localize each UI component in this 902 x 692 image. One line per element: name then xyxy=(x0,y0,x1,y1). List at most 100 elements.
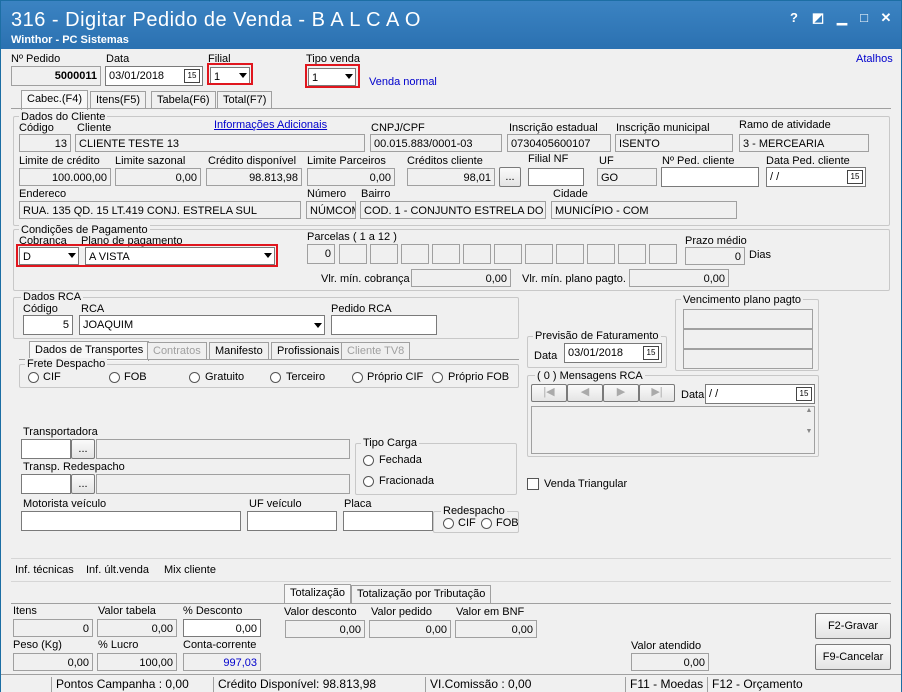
fracionada-radio[interactable] xyxy=(363,476,374,487)
previsao-data-value: 03/01/2018 xyxy=(568,347,624,359)
ped-cliente-field[interactable] xyxy=(661,167,759,187)
status-moedas[interactable]: F11 - Moedas xyxy=(625,677,707,692)
calendar-icon[interactable]: 15 xyxy=(184,69,200,83)
msg-first-button[interactable]: |◀ xyxy=(531,384,567,402)
tab-manifesto[interactable]: Manifesto xyxy=(209,342,269,360)
vencimento-row-1 xyxy=(683,309,813,329)
creditos-cli-button[interactable]: ... xyxy=(499,167,521,187)
maximize-icon[interactable]: □ xyxy=(855,9,873,27)
rca-codigo-label: Código xyxy=(23,303,58,315)
status-orcamento[interactable]: F12 - Orçamento xyxy=(707,677,887,692)
status-credito: Crédito Disponível: 98.813,98 xyxy=(213,677,425,692)
data-ped-label: Data Ped. cliente xyxy=(766,155,850,167)
vencimento-label: Vencimento plano pagto xyxy=(681,294,804,306)
edit-icon[interactable]: ◩ xyxy=(809,9,827,27)
redespacho-fob-radio[interactable] xyxy=(481,518,492,529)
mensagens-label: ( 0 ) Mensagens RCA xyxy=(535,370,645,382)
frete-proprio-cif-radio[interactable] xyxy=(352,372,363,383)
rca-select[interactable]: JOAQUIM xyxy=(79,315,325,335)
fechada-radio[interactable] xyxy=(363,455,374,466)
redespacho-fob-label: FOB xyxy=(496,517,519,529)
placa-field[interactable] xyxy=(343,511,433,531)
tab-cabec[interactable]: Cabec.(F4) xyxy=(21,90,89,110)
close-icon[interactable]: ✕ xyxy=(877,9,895,27)
msg-next-button[interactable]: ▶ xyxy=(603,384,639,402)
mensagens-data-field[interactable]: / / 15 xyxy=(705,384,815,404)
frete-terceiro-label: Terceiro xyxy=(286,371,326,383)
desc-label: % Desconto xyxy=(183,605,243,617)
minimize-icon[interactable]: ▁ xyxy=(833,9,851,27)
transportadora-code[interactable] xyxy=(21,439,71,459)
redespacho-cif-radio[interactable] xyxy=(443,518,454,529)
valor-tabela-label: Valor tabela xyxy=(98,605,156,617)
previsao-data-field[interactable]: 03/01/2018 15 xyxy=(564,343,662,363)
pedido-field: 5000011 xyxy=(11,66,101,86)
transportadora-search-button[interactable]: ... xyxy=(71,439,95,459)
msg-last-button[interactable]: ▶| xyxy=(639,384,675,402)
parcela-7 xyxy=(494,244,522,264)
bairro-field: COD. 1 - CONJUNTO ESTRELA DO SU xyxy=(360,201,546,219)
transp-redesp-search-button[interactable]: ... xyxy=(71,474,95,494)
rca-value: JOAQUIM xyxy=(83,319,134,331)
msg-prev-button[interactable]: ◀ xyxy=(567,384,603,402)
vl-min-plano-field: 0,00 xyxy=(629,269,729,287)
cancelar-button[interactable]: F9-Cancelar xyxy=(815,644,891,670)
uf-veiculo-field[interactable] xyxy=(247,511,337,531)
tab-itens[interactable]: Itens(F5) xyxy=(90,91,147,109)
limite-field: 100.000,00 xyxy=(19,168,111,186)
lucro-label: % Lucro xyxy=(98,639,139,651)
frete-gratuito-radio[interactable] xyxy=(189,372,200,383)
inf-ult-venda-link[interactable]: Inf. últ.venda xyxy=(86,564,149,576)
rca-codigo-field[interactable]: 5 xyxy=(23,315,73,335)
tab-cliente-tv8[interactable]: Cliente TV8 xyxy=(341,342,411,360)
mix-cliente-link[interactable]: Mix cliente xyxy=(164,564,216,576)
transp-redesp-code[interactable] xyxy=(21,474,71,494)
tab-contratos[interactable]: Contratos xyxy=(147,342,207,360)
parcela-8 xyxy=(525,244,553,264)
data-field[interactable]: 03/01/2018 15 xyxy=(105,66,203,86)
tab-totalizacao-tributacao[interactable]: Totalização por Tributação xyxy=(351,585,492,603)
frete-terceiro-radio[interactable] xyxy=(270,372,281,383)
cliente-codigo: 13 xyxy=(19,134,71,152)
venda-triangular-checkbox[interactable] xyxy=(527,478,539,490)
motorista-field[interactable] xyxy=(21,511,241,531)
atalhos-link[interactable]: Atalhos xyxy=(856,53,893,65)
mensagens-scrollbar[interactable]: ▲ ▼ xyxy=(804,407,814,453)
status-pontos: Pontos Campanha : 0,00 xyxy=(51,677,213,692)
frete-proprio-fob-radio[interactable] xyxy=(432,372,443,383)
tipo-venda-desc: Venda normal xyxy=(369,76,437,88)
frete-proprio-fob-label: Próprio FOB xyxy=(448,371,510,383)
cliente-codigo-label: Código xyxy=(19,122,54,134)
parcela-11 xyxy=(618,244,646,264)
sazonal-label: Limite sazonal xyxy=(115,155,186,167)
parcela-9 xyxy=(556,244,584,264)
data-ped-field[interactable]: / / 15 xyxy=(766,167,866,187)
chevron-down-icon xyxy=(314,323,322,328)
tab-total[interactable]: Total(F7) xyxy=(217,91,273,109)
calendar-icon[interactable]: 15 xyxy=(643,346,659,360)
help-icon[interactable]: ? xyxy=(785,9,803,27)
parcela-4 xyxy=(401,244,429,264)
gravar-button[interactable]: F2-Gravar xyxy=(815,613,891,639)
inf-tecnicas-link[interactable]: Inf. técnicas xyxy=(15,564,74,576)
vl-min-cob-field: 0,00 xyxy=(411,269,511,287)
filial-nf-field[interactable] xyxy=(528,168,584,186)
numero-field: NÚMCOM xyxy=(306,201,356,219)
frete-cif-radio[interactable] xyxy=(28,372,39,383)
dias-label: Dias xyxy=(749,249,772,261)
tab-profissionais[interactable]: Profissionais xyxy=(271,342,346,360)
pedido-rca-field[interactable] xyxy=(331,315,437,335)
calendar-icon[interactable]: 15 xyxy=(847,170,863,184)
redespacho-label: Redespacho xyxy=(441,505,507,517)
mensagens-text[interactable] xyxy=(531,406,815,454)
tab-totalizacao[interactable]: Totalização xyxy=(284,584,352,604)
rca-nome-label: RCA xyxy=(81,303,105,315)
info-adicionais-link[interactable]: Informações Adicionais xyxy=(214,119,327,131)
desc-field[interactable]: 0,00 xyxy=(183,619,261,637)
tab-tabela[interactable]: Tabela(F6) xyxy=(151,91,216,109)
calendar-icon[interactable]: 15 xyxy=(796,387,812,401)
frete-fob-radio[interactable] xyxy=(109,372,120,383)
peso-field: 0,00 xyxy=(13,653,93,671)
parcela-10 xyxy=(587,244,615,264)
parceiros-label: Limite Parceiros xyxy=(307,155,386,167)
